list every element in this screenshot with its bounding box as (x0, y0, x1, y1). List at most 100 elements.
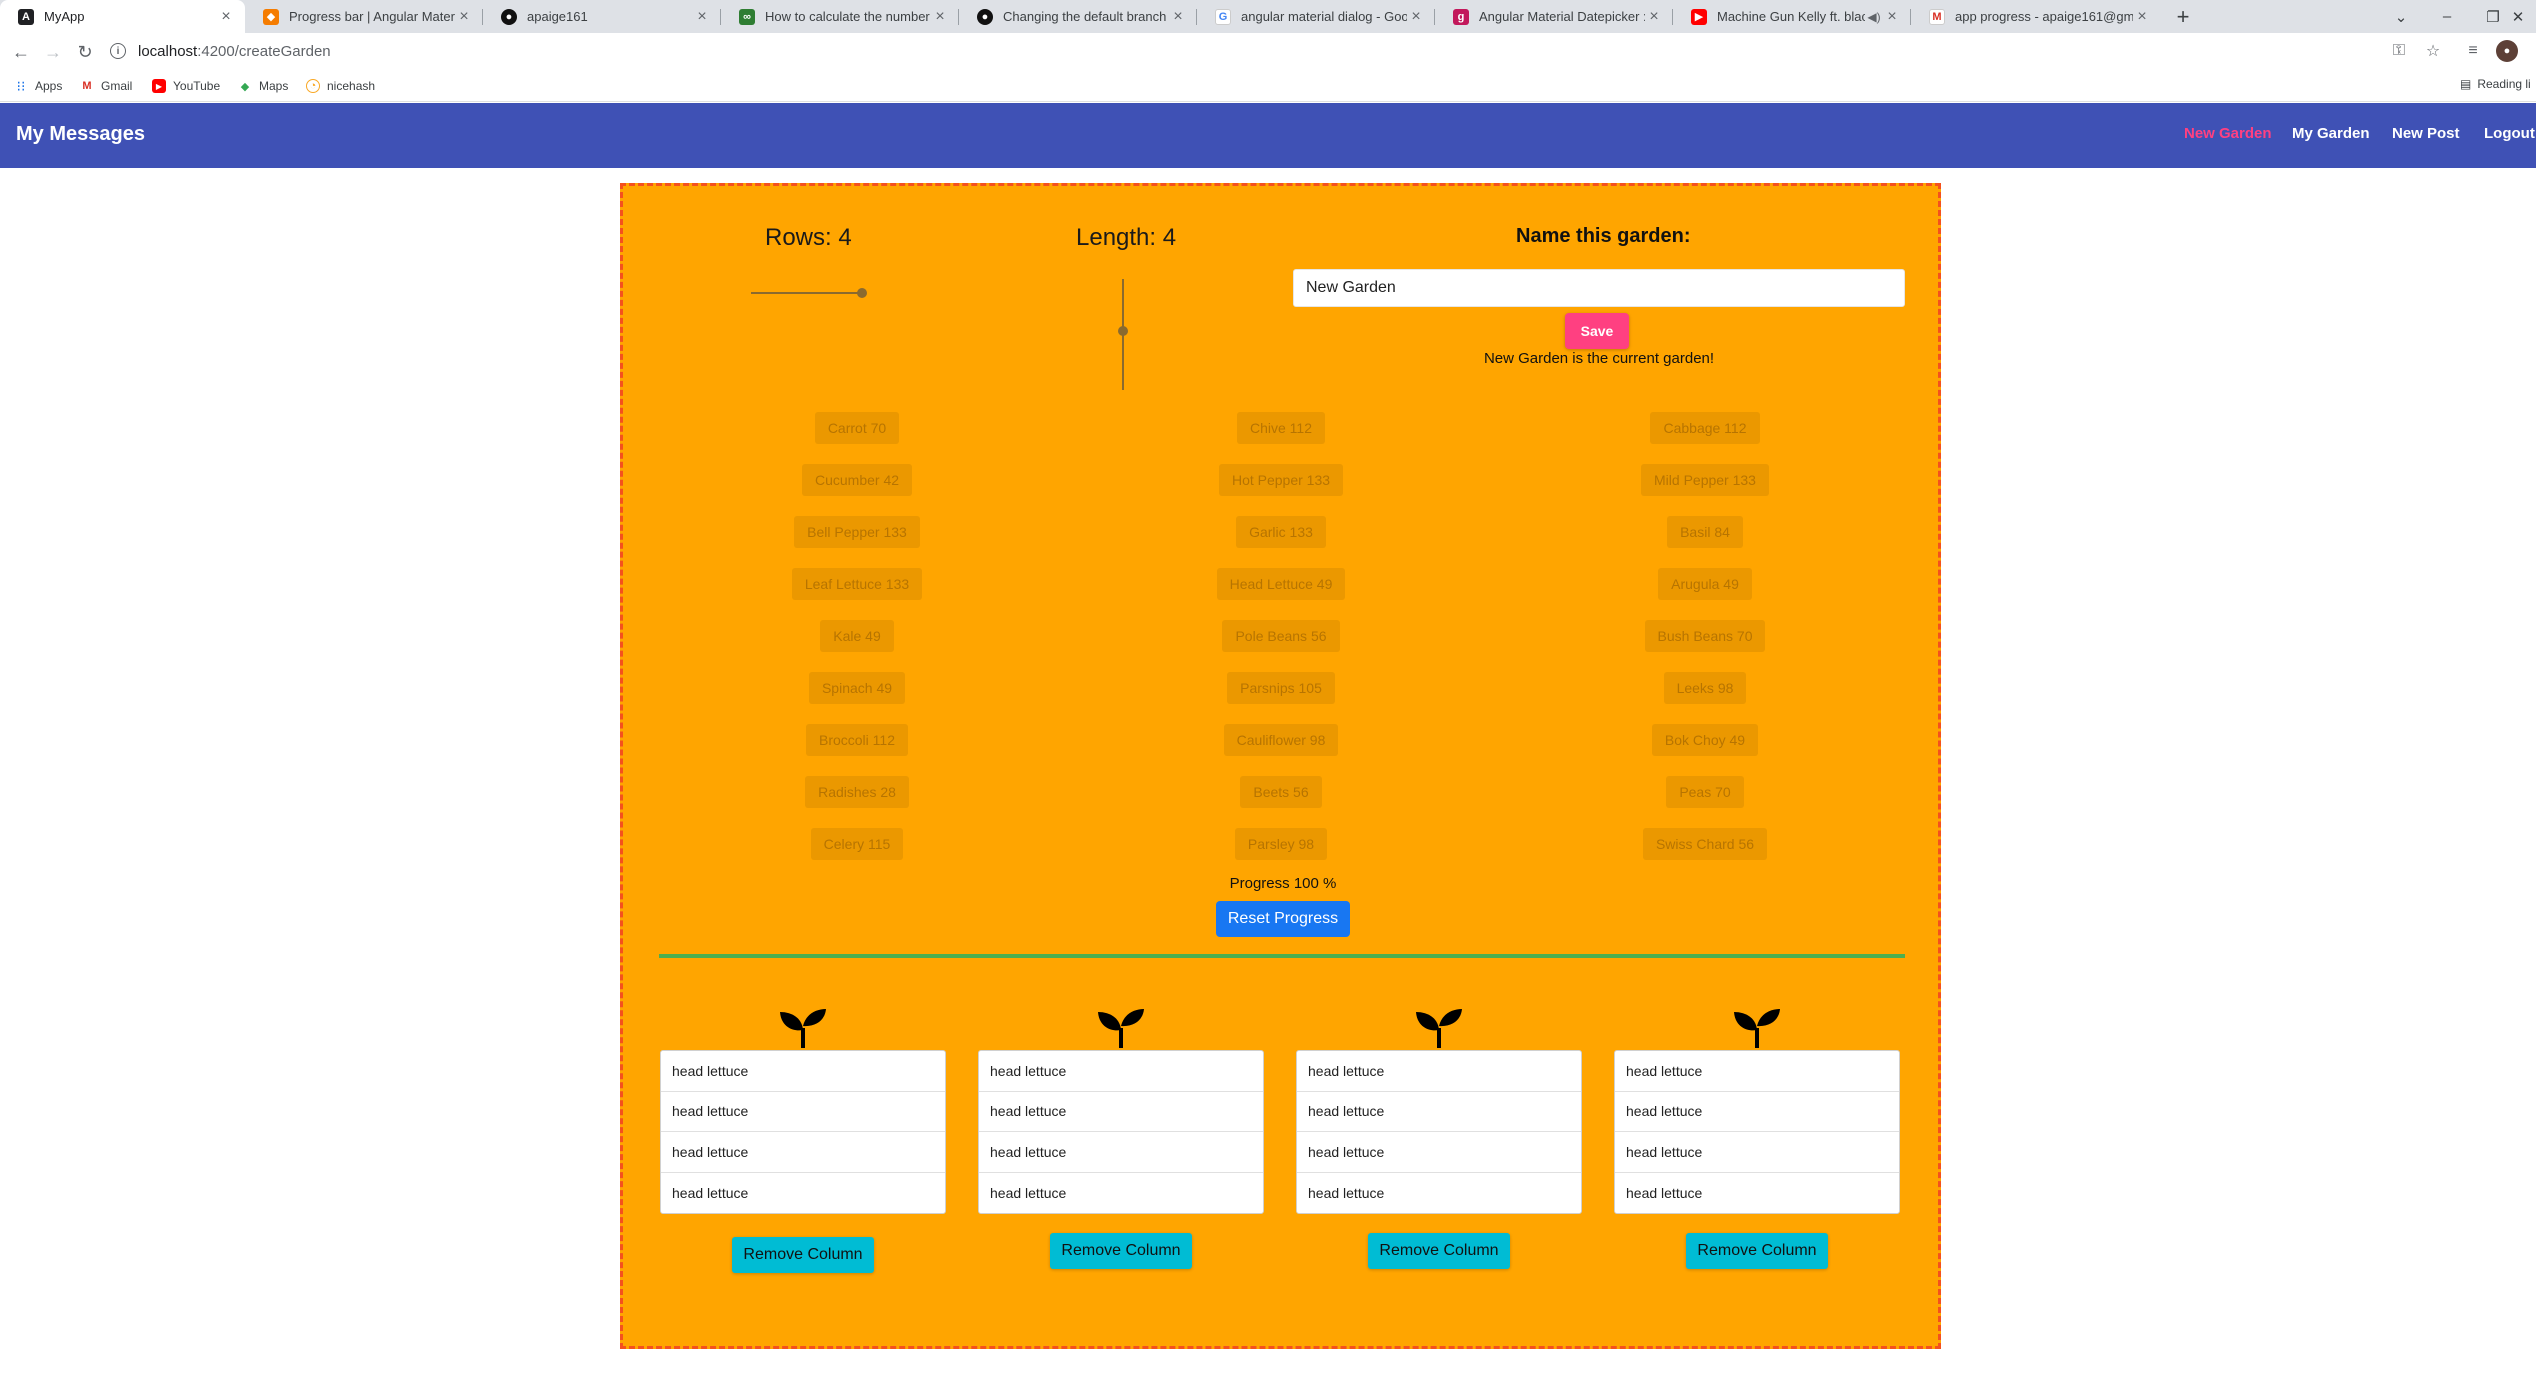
vegetable-option[interactable]: Arugula 49 (1555, 564, 1855, 604)
new-tab-button[interactable]: + (2170, 4, 2196, 30)
plant-item[interactable]: head lettuce (1615, 1092, 1899, 1132)
vegetable-option[interactable]: Cabbage 112 (1555, 408, 1855, 448)
speaker-icon[interactable]: ◀) (1865, 10, 1883, 24)
close-icon[interactable]: × (1883, 8, 1901, 26)
tab-changing-default-branch[interactable]: ● Changing the default branch - G... × (959, 0, 1197, 33)
nav-new-post[interactable]: New Post (2392, 125, 2460, 142)
close-icon[interactable]: × (2133, 8, 2151, 26)
vegetable-option[interactable]: Carrot 70 (707, 408, 1007, 448)
plant-item[interactable]: head lettuce (1615, 1132, 1899, 1173)
minimize-icon[interactable]: – (2424, 0, 2470, 33)
vegetable-option[interactable]: Pole Beans 56 (1131, 616, 1431, 656)
bookmark-maps[interactable]: ◆ Maps (238, 77, 289, 95)
vegetable-option[interactable]: Cauliflower 98 (1131, 720, 1431, 760)
close-icon[interactable]: × (931, 8, 949, 26)
remove-column-button[interactable]: Remove Column (732, 1237, 874, 1273)
tab-how-to-calculate[interactable]: ∞ How to calculate the number of ... × (721, 0, 959, 33)
vegetable-option[interactable]: Beets 56 (1131, 772, 1431, 812)
close-icon[interactable]: × (1645, 8, 1663, 26)
vegetable-option[interactable]: Celery 115 (707, 824, 1007, 864)
plant-item[interactable]: head lettuce (661, 1173, 945, 1214)
close-icon[interactable]: × (455, 8, 473, 26)
tab-gmail[interactable]: M app progress - apaige161@gmai... × (1911, 0, 2161, 33)
close-icon[interactable]: × (1169, 8, 1187, 26)
vegetable-option[interactable]: Radishes 28 (707, 772, 1007, 812)
vegetable-option[interactable]: Bok Choy 49 (1555, 720, 1855, 760)
vegetable-option[interactable]: Bush Beans 70 (1555, 616, 1855, 656)
vegetable-option[interactable]: Cucumber 42 (707, 460, 1007, 500)
reload-icon[interactable]: ↻ (72, 39, 98, 65)
tab-youtube[interactable]: ▶ Machine Gun Kelly ft. blackbea... ◀) × (1673, 0, 1911, 33)
reading-list[interactable]: ▤ Reading li (2460, 77, 2531, 91)
vegetable-option[interactable]: Chive 112 (1131, 408, 1431, 448)
vegetable-option[interactable]: Garlic 133 (1131, 512, 1431, 552)
media-queue-icon[interactable]: ≡ (2462, 40, 2484, 62)
plant-item[interactable]: head lettuce (979, 1173, 1263, 1214)
plant-item[interactable]: head lettuce (661, 1051, 945, 1092)
garden-name-input[interactable]: New Garden (1293, 269, 1905, 307)
star-icon[interactable]: ☆ (2422, 40, 2444, 62)
key-icon[interactable]: ⚿ (2388, 40, 2410, 62)
remove-column-button[interactable]: Remove Column (1686, 1233, 1828, 1269)
length-slider-thumb[interactable] (1118, 326, 1128, 336)
vegetable-option[interactable]: Leaf Lettuce 133 (707, 564, 1007, 604)
nav-new-garden[interactable]: New Garden (2184, 125, 2272, 142)
remove-column-button[interactable]: Remove Column (1050, 1233, 1192, 1269)
vegetable-label: Cucumber 42 (801, 464, 913, 496)
close-window-icon[interactable]: ✕ (2500, 0, 2536, 33)
vegetable-option[interactable]: Hot Pepper 133 (1131, 460, 1431, 500)
profile-dropdown-icon[interactable]: ⌄ (2378, 0, 2424, 33)
progress-bar (659, 954, 1905, 958)
vegetable-option[interactable]: Spinach 49 (707, 668, 1007, 708)
plant-item[interactable]: head lettuce (1615, 1173, 1899, 1214)
rows-slider-thumb[interactable] (857, 288, 867, 298)
back-icon[interactable]: ← (8, 39, 34, 65)
bookmark-apps[interactable]: ⁝⁝ Apps (14, 77, 63, 95)
tab-datepicker[interactable]: g Angular Material Datepicker : Ge... × (1435, 0, 1673, 33)
close-icon[interactable]: × (217, 8, 235, 26)
nav-my-garden[interactable]: My Garden (2292, 125, 2370, 142)
close-icon[interactable]: × (693, 8, 711, 26)
vegetable-option[interactable]: Swiss Chard 56 (1555, 824, 1855, 864)
vegetable-option[interactable]: Parsnips 105 (1131, 668, 1431, 708)
address-bar[interactable]: i localhost:4200/createGarden (110, 36, 2410, 66)
save-button[interactable]: Save (1565, 313, 1629, 349)
browser-toolbar: ← → ↻ i localhost:4200/createGarden ⚿ ☆ … (0, 33, 2536, 70)
rows-slider[interactable] (751, 288, 867, 298)
plant-item[interactable]: head lettuce (1615, 1051, 1899, 1092)
plant-item[interactable]: head lettuce (979, 1051, 1263, 1092)
bookmark-gmail[interactable]: M Gmail (80, 77, 132, 95)
reset-progress-button[interactable]: Reset Progress (1216, 901, 1350, 937)
vegetable-option[interactable]: Basil 84 (1555, 512, 1855, 552)
vegetable-option[interactable]: Kale 49 (707, 616, 1007, 656)
forward-icon[interactable]: → (40, 39, 66, 65)
vegetable-option[interactable]: Broccoli 112 (707, 720, 1007, 760)
bookmark-youtube[interactable]: ▶ YouTube (152, 77, 220, 95)
tab-github-apaige161[interactable]: ● apaige161 × (483, 0, 721, 33)
vegetable-option[interactable]: Peas 70 (1555, 772, 1855, 812)
vegetable-option[interactable]: Head Lettuce 49 (1131, 564, 1431, 604)
app-brand[interactable]: My Messages (16, 123, 145, 146)
bookmark-nicehash[interactable]: ◔ nicehash (306, 77, 375, 95)
tab-progress-bar[interactable]: ◆ Progress bar | Angular Material × (245, 0, 483, 33)
vegetable-option[interactable]: Mild Pepper 133 (1555, 460, 1855, 500)
length-slider[interactable] (1118, 279, 1128, 390)
close-icon[interactable]: × (1407, 8, 1425, 26)
nav-logout[interactable]: Logout (2484, 125, 2535, 142)
site-info-icon[interactable]: i (110, 43, 126, 59)
tab-myapp[interactable]: A MyApp × (0, 0, 245, 33)
plant-item[interactable]: head lettuce (979, 1132, 1263, 1173)
plant-item[interactable]: head lettuce (979, 1092, 1263, 1132)
plant-item[interactable]: head lettuce (661, 1132, 945, 1173)
vegetable-option[interactable]: Parsley 98 (1131, 824, 1431, 864)
plant-item[interactable]: head lettuce (661, 1092, 945, 1132)
plant-item[interactable]: head lettuce (1297, 1051, 1581, 1092)
plant-item[interactable]: head lettuce (1297, 1092, 1581, 1132)
avatar[interactable]: ● (2496, 40, 2518, 62)
remove-column-button[interactable]: Remove Column (1368, 1233, 1510, 1269)
plant-item[interactable]: head lettuce (1297, 1132, 1581, 1173)
plant-item[interactable]: head lettuce (1297, 1173, 1581, 1214)
vegetable-option[interactable]: Leeks 98 (1555, 668, 1855, 708)
vegetable-option[interactable]: Bell Pepper 133 (707, 512, 1007, 552)
tab-google-search[interactable]: G angular material dialog - Google ... × (1197, 0, 1435, 33)
